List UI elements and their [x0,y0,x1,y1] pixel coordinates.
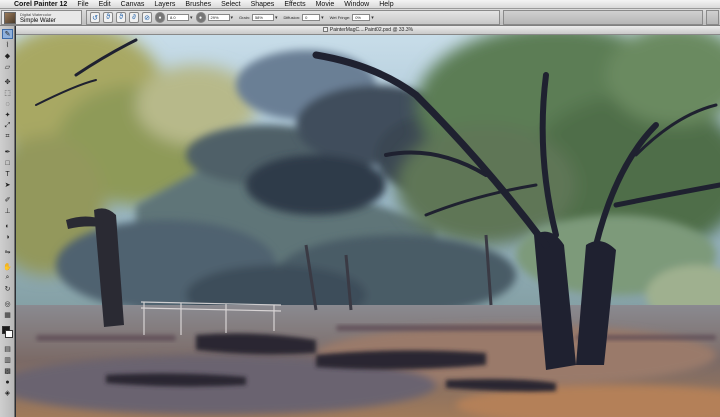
size-stepper[interactable]: ▾ [190,15,193,21]
grabber-icon[interactable]: ✋ [2,262,13,272]
divine-proportion-icon[interactable]: ◎ [2,299,13,309]
painting-artwork [16,35,720,417]
menu-movie[interactable]: Movie [316,1,335,8]
layer-adjuster-icon[interactable]: ✥ [2,77,13,87]
rectangular-selection-icon[interactable]: ⬚ [2,88,13,98]
menu-brushes[interactable]: Brushes [185,1,211,8]
brush-selector[interactable]: Digital Watercolor Simple Water [1,10,82,25]
dodge-icon[interactable]: ◐ [2,221,13,231]
rotate-page-icon[interactable]: ↻ [2,284,13,294]
menu-file[interactable]: File [77,1,88,8]
size-field[interactable]: 8.0 [167,14,189,21]
wet-fringe-stepper[interactable]: ▾ [371,15,374,21]
app-menu[interactable]: Corel Painter 12 [14,1,67,8]
menu-effects[interactable]: Effects [284,1,305,8]
paper-selector-icon[interactable]: ▤ [2,344,13,354]
toolbox: ✎ ⌇ ◆ ▱ ✥ ⬚ ◌ ✦ ⤢ ⌗ ✒ □ T ➤ ✐ ⊥ ◐ ◑ ⇋ ✋ … [0,26,15,417]
wet-fringe-field[interactable]: 0% [352,14,371,21]
menu-layers[interactable]: Layers [154,1,175,8]
opacity-field[interactable]: 29% [207,14,230,21]
pen-icon[interactable]: ✒ [2,147,13,157]
grain-stepper[interactable]: ▾ [275,15,278,21]
text-icon[interactable]: T [2,169,13,179]
document-title: PainterMagC....Paint02.psd @ 33.3% [329,27,414,33]
brush-ghost-icon[interactable]: ⊘ [142,12,152,23]
property-bar: Digital Watercolor Simple Water ↺ ϑ ϑ ∂ … [0,9,720,26]
brush-category-label: Digital Watercolor [20,11,52,17]
menu-window[interactable]: Window [344,1,369,8]
dropper-icon[interactable]: ⌇ [2,40,13,50]
eraser-icon[interactable]: ▱ [2,62,13,72]
diffusion-field[interactable]: 0 [302,14,321,21]
magnifier-icon[interactable]: ⌕ [2,273,13,283]
diffusion-stepper[interactable]: ▾ [321,15,324,21]
nozzle-selector-icon[interactable]: ● [2,377,13,387]
document-titlebar[interactable]: PainterMagC....Paint02.psd @ 33.3% [16,26,720,35]
menu-bar: Corel Painter 12 File Edit Canvas Layers… [0,0,720,9]
layout-grid-icon[interactable]: ▦ [2,310,13,320]
menu-help[interactable]: Help [379,1,393,8]
look-selector-icon[interactable]: ◈ [2,388,13,398]
wet-fringe-label: Wet Fringe: [329,15,351,20]
stroke-style-icon[interactable]: ∂ [129,12,139,23]
brush-properties: ↺ ϑ ϑ ∂ ⊘ ● 8.0 ▾ ● 29% ▾ Grain: 58% ▾ D… [86,10,500,25]
panel-header [503,10,703,25]
burn-icon[interactable]: ◑ [2,232,13,242]
panel-collapse-button[interactable] [706,10,719,25]
menu-shapes[interactable]: Shapes [251,1,275,8]
menu-select[interactable]: Select [221,1,240,8]
magic-wand-icon[interactable]: ✦ [2,110,13,120]
shape-selection-icon[interactable]: ➤ [2,180,13,190]
reset-tool-icon[interactable]: ↺ [90,12,100,23]
brush-icon[interactable]: ✎ [2,29,13,39]
diffusion-label: Diffusion: [283,15,301,20]
painting-canvas[interactable] [16,35,720,417]
stroke-freehand-icon[interactable]: ϑ [103,12,113,23]
mirror-icon[interactable]: ⇋ [2,247,13,257]
additional-color-swatch[interactable] [5,330,13,338]
grain-label: Grain: [239,15,250,20]
size-icon: ● [155,12,165,23]
gradient-selector-icon[interactable]: ▥ [2,355,13,365]
transform-icon[interactable]: ⤢ [2,121,13,131]
paint-bucket-icon[interactable]: ◆ [2,51,13,61]
document-icon [322,27,328,32]
lasso-icon[interactable]: ◌ [2,99,13,109]
rubber-stamp-icon[interactable]: ⊥ [2,206,13,216]
opacity-stepper[interactable]: ▾ [231,15,234,21]
cloner-icon[interactable]: ✐ [2,195,13,205]
stroke-straight-icon[interactable]: ϑ [116,12,126,23]
rectangle-shape-icon[interactable]: □ [2,158,13,168]
brush-variant-label: Simple Water [20,17,56,24]
menu-canvas[interactable]: Canvas [121,1,145,8]
menu-edit[interactable]: Edit [99,1,111,8]
pattern-selector-icon[interactable]: ▩ [2,366,13,376]
grain-field[interactable]: 58% [251,14,274,21]
brush-preview-icon [4,11,16,24]
crop-icon[interactable]: ⌗ [2,132,13,142]
opacity-icon: ● [195,12,206,23]
